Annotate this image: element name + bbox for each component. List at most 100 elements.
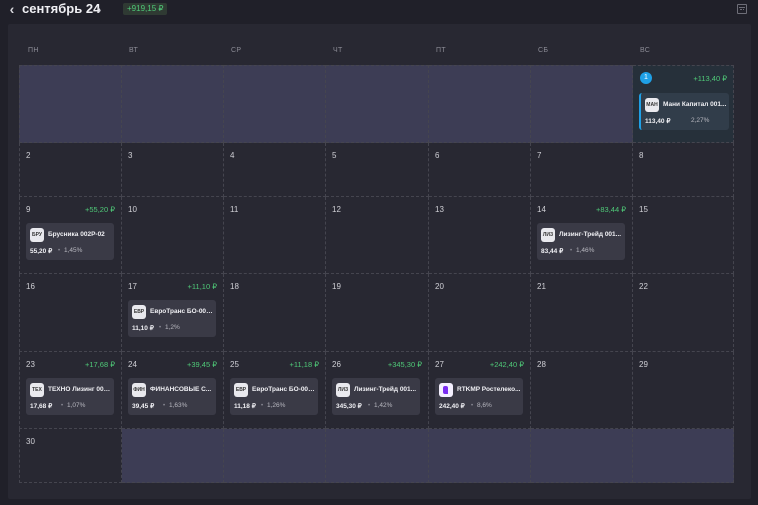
day-cell-19[interactable]: 19 (326, 274, 429, 352)
empty-cell (326, 429, 429, 483)
issuer-logo: ЕВР (234, 383, 248, 397)
issuer-logo: ТЕХ (30, 383, 44, 397)
empty-cell (224, 429, 326, 483)
chevron-left-icon[interactable]: ‹ (6, 1, 18, 17)
empty-cell (122, 429, 224, 483)
day-cell-15[interactable]: 15 (633, 197, 734, 274)
day-cell-23[interactable]: 23 +17,68 ₽ ТЕХ ТЕХНО Лизинг 001... 17,6… (19, 352, 122, 429)
payment-amount: 55,20 ₽ (30, 248, 53, 255)
day-cell-22[interactable]: 22 (633, 274, 734, 352)
rostelecom-logo-icon (439, 383, 453, 397)
day-cell-10[interactable]: 10 (122, 197, 224, 274)
day-cell-2[interactable]: 2 (19, 143, 122, 197)
day-cell-12[interactable]: 12 (326, 197, 429, 274)
day-sum: +113,40 ₽ (693, 74, 727, 83)
day-number: 19 (332, 282, 341, 291)
payment-amount: 113,40 ₽ (645, 118, 671, 125)
weekday-sun: ВС (640, 47, 651, 54)
day-cell-1[interactable]: 1 +113,40 ₽ МАН Мани Капитал 001... 113,… (633, 65, 734, 143)
yield-percent: 1,2% (165, 324, 180, 331)
day-sum: +242,40 ₽ (489, 360, 524, 369)
payment-card[interactable]: МАН Мани Капитал 001... 113,40 ₽ 2,27% (639, 93, 729, 130)
day-cell-28[interactable]: 28 (531, 352, 633, 429)
month-total-badge: +919,15 ₽ (123, 3, 168, 15)
separator-dot: • (58, 248, 61, 254)
day-number: 16 (26, 282, 35, 291)
weekday-sat: СБ (538, 47, 549, 54)
payment-card[interactable]: БРУ Брусника 002Р-02 55,20 ₽ • 1,45% (26, 223, 114, 260)
day-number: 9 (26, 205, 31, 214)
day-cell-21[interactable]: 21 (531, 274, 633, 352)
issuer-logo: ЛИЗ (336, 383, 350, 397)
payment-card[interactable]: ФИН ФИНАНСОВЫЕ С... 39,45 ₽ • 1,63% (128, 378, 216, 415)
day-cell-9[interactable]: 9 +55,20 ₽ БРУ Брусника 002Р-02 55,20 ₽ … (19, 197, 122, 274)
payment-card[interactable]: ЕВР ЕвроТранс БО-001... 11,18 ₽ • 1,26% (230, 378, 318, 415)
yield-percent: 8,6% (477, 402, 492, 409)
day-number: 26 (332, 360, 341, 369)
payment-card[interactable]: ЛИЗ Лизинг-Трейд 001... 345,30 ₽ • 1,42% (332, 378, 420, 415)
day-cell-7[interactable]: 7 (531, 143, 633, 197)
day-number: 17 (128, 282, 137, 291)
day-cell-20[interactable]: 20 (429, 274, 531, 352)
day-cell-4[interactable]: 4 (224, 143, 326, 197)
day-cell-25[interactable]: 25 +11,18 ₽ ЕВР ЕвроТранс БО-001... 11,1… (224, 352, 326, 429)
separator-dot: • (159, 325, 162, 331)
day-cell-26[interactable]: 26 +345,30 ₽ ЛИЗ Лизинг-Трейд 001... 345… (326, 352, 429, 429)
day-number: 3 (128, 151, 133, 160)
yield-percent: 1,45% (64, 247, 83, 254)
yield-percent: 1,42% (374, 402, 393, 409)
yield-percent: 2,27% (691, 117, 710, 124)
day-cell-14[interactable]: 14 +83,44 ₽ ЛИЗ Лизинг-Трейд 001... 83,4… (531, 197, 633, 274)
day-cell-13[interactable]: 13 (429, 197, 531, 274)
payment-amount: 345,30 ₽ (336, 403, 362, 410)
payment-amount: 17,68 ₽ (30, 403, 53, 410)
calendar-icon[interactable] (737, 4, 747, 14)
bond-name: Лизинг-Трейд 001... (354, 386, 417, 393)
separator-dot: • (471, 403, 474, 409)
day-cell-30[interactable]: 30 (19, 429, 122, 483)
payment-amount: 242,40 ₽ (439, 403, 465, 410)
payment-card[interactable]: RTKMP Ростелеко... 242,40 ₽ • 8,6% (435, 378, 523, 415)
bond-name: Мани Капитал 001... (663, 101, 727, 108)
day-cell-29[interactable]: 29 (633, 352, 734, 429)
day-cell-3[interactable]: 3 (122, 143, 224, 197)
chevron-right-icon[interactable]: › (93, 1, 105, 17)
bond-name: ЕвроТранс БО-001... (150, 308, 214, 315)
day-number: 24 (128, 360, 137, 369)
day-cell-6[interactable]: 6 (429, 143, 531, 197)
empty-cell (19, 65, 122, 143)
day-number: 11 (230, 205, 239, 214)
day-cell-17[interactable]: 17 +11,10 ₽ ЕВР ЕвроТранс БО-001... 11,1… (122, 274, 224, 352)
empty-cell (224, 65, 326, 143)
weekday-wed: СР (231, 47, 242, 54)
day-number: 4 (230, 151, 235, 160)
yield-percent: 1,46% (576, 247, 595, 254)
day-sum: +11,18 ₽ (289, 360, 319, 369)
payment-card[interactable]: ЛИЗ Лизинг-Трейд 001... 83,44 ₽ • 1,46% (537, 223, 625, 260)
weekday-thu: ЧТ (333, 47, 343, 54)
yield-percent: 1,63% (169, 402, 188, 409)
day-cell-16[interactable]: 16 (19, 274, 122, 352)
payment-card[interactable]: ТЕХ ТЕХНО Лизинг 001... 17,68 ₽ • 1,07% (26, 378, 114, 415)
payment-card[interactable]: ЕВР ЕвроТранс БО-001... 11,10 ₽ • 1,2% (128, 300, 216, 337)
yield-percent: 1,07% (67, 402, 86, 409)
separator-dot: • (261, 403, 264, 409)
day-cell-11[interactable]: 11 (224, 197, 326, 274)
day-number: 10 (128, 205, 137, 214)
day-sum: +39,45 ₽ (186, 360, 217, 369)
payment-amount: 11,10 ₽ (132, 325, 154, 332)
day-cell-27[interactable]: 27 +242,40 ₽ RTKMP Ростелеко... 242,40 ₽… (429, 352, 531, 429)
day-number: 5 (332, 151, 337, 160)
day-number: 1 (640, 72, 652, 84)
bond-name: Брусника 002Р-02 (48, 231, 105, 238)
day-cell-24[interactable]: 24 +39,45 ₽ ФИН ФИНАНСОВЫЕ С... 39,45 ₽ … (122, 352, 224, 429)
day-number: 29 (639, 360, 648, 369)
day-cell-5[interactable]: 5 (326, 143, 429, 197)
separator-dot: • (368, 403, 371, 409)
day-cell-8[interactable]: 8 (633, 143, 734, 197)
empty-cell (633, 429, 734, 483)
bond-name: ФИНАНСОВЫЕ С... (150, 386, 212, 393)
day-cell-18[interactable]: 18 (224, 274, 326, 352)
day-number: 28 (537, 360, 546, 369)
day-number: 8 (639, 151, 644, 160)
